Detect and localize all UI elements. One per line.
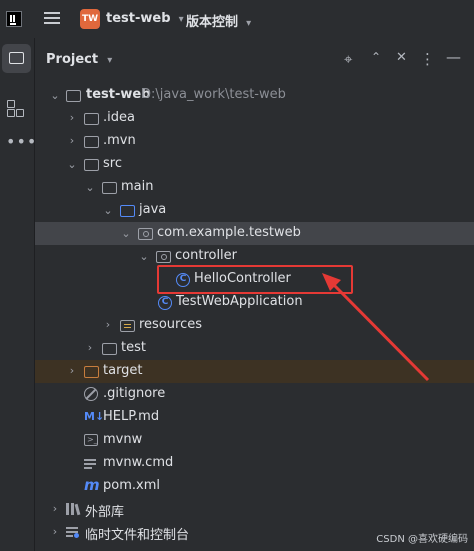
watermark: CSDN @喜欢硬编码 (376, 534, 468, 545)
annotation-arrow (322, 273, 430, 382)
